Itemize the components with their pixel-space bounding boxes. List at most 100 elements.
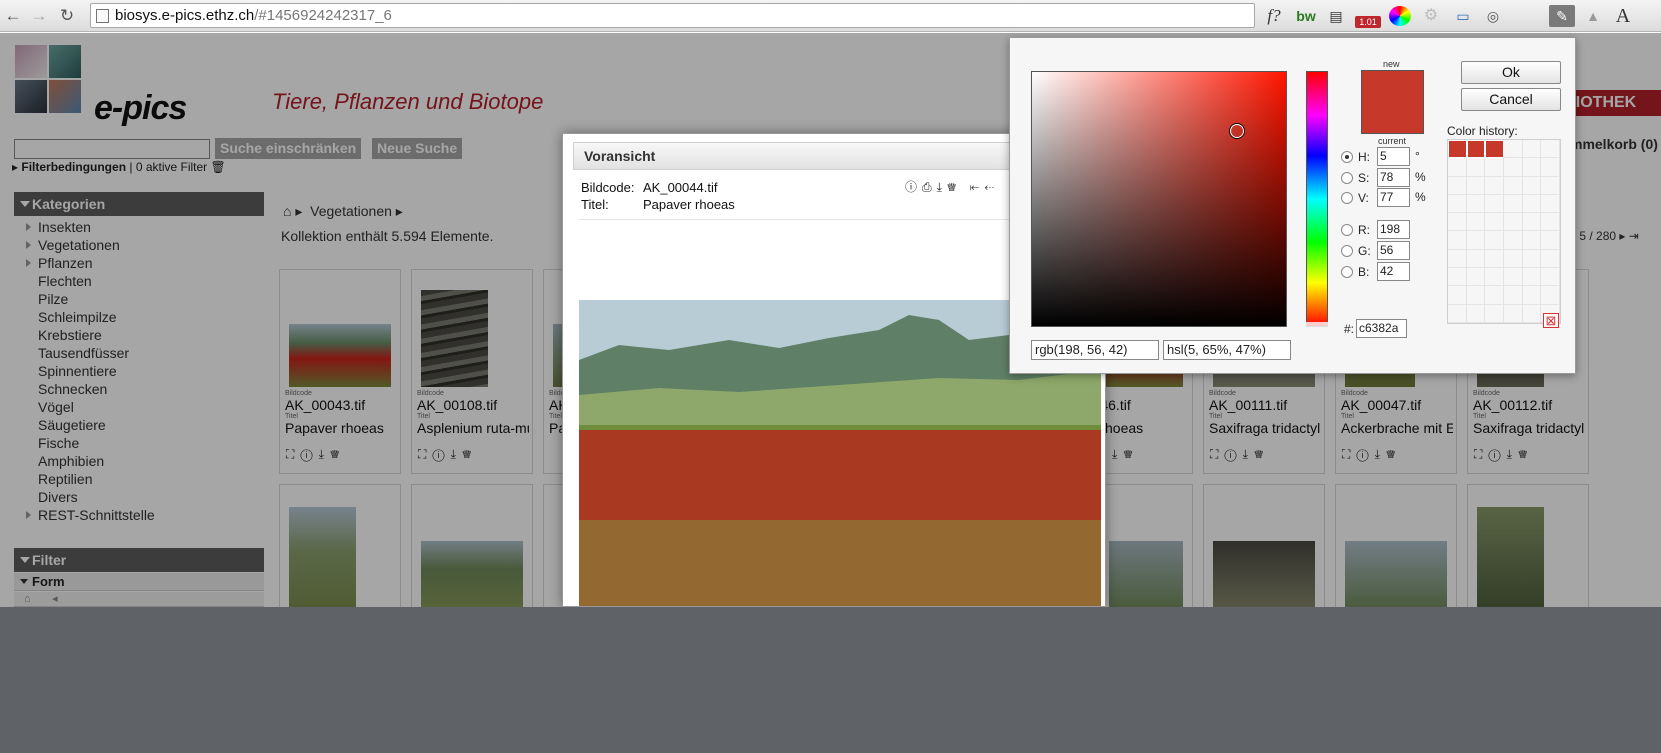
- blue-input[interactable]: 42: [1377, 262, 1410, 281]
- red-input[interactable]: 198: [1377, 220, 1410, 239]
- hue-input[interactable]: 5: [1377, 147, 1410, 166]
- history-cell[interactable]: [1503, 140, 1523, 159]
- value-radio[interactable]: [1341, 192, 1353, 204]
- green-input[interactable]: 56: [1377, 241, 1410, 260]
- history-cell[interactable]: [1466, 194, 1486, 214]
- eyedropper-icon[interactable]: ✎: [1549, 5, 1575, 27]
- history-cell[interactable]: [1541, 194, 1560, 214]
- saturation-value-field[interactable]: [1031, 71, 1287, 327]
- history-cell[interactable]: [1522, 213, 1542, 232]
- bookmark-manager-icon[interactable]: ▤: [1325, 5, 1347, 27]
- history-cell[interactable]: [1485, 231, 1504, 250]
- history-cell[interactable]: [1448, 268, 1467, 287]
- bw-extension-icon[interactable]: bw: [1294, 5, 1318, 27]
- history-cell[interactable]: [1541, 140, 1560, 159]
- hsl-text-field[interactable]: hsl(5, 65%, 47%): [1163, 340, 1291, 360]
- history-cell[interactable]: [1541, 249, 1560, 269]
- history-cell[interactable]: [1503, 304, 1523, 323]
- history-cell[interactable]: [1503, 249, 1523, 269]
- blue-radio[interactable]: [1341, 266, 1353, 278]
- history-cell[interactable]: [1466, 249, 1486, 269]
- history-cell[interactable]: [1522, 304, 1542, 323]
- history-cell[interactable]: [1503, 213, 1523, 232]
- current-color-swatch[interactable]: [1362, 102, 1423, 133]
- history-cell[interactable]: [1503, 231, 1523, 250]
- back-icon[interactable]: ←: [2, 5, 24, 27]
- formula-extension-icon[interactable]: f?: [1262, 5, 1286, 27]
- history-cell[interactable]: [1485, 140, 1504, 159]
- history-cell[interactable]: [1448, 158, 1467, 177]
- history-cell[interactable]: [1485, 268, 1504, 287]
- history-cell[interactable]: [1448, 231, 1467, 250]
- hue-radio[interactable]: [1341, 151, 1353, 163]
- history-cell[interactable]: [1448, 286, 1467, 305]
- red-radio[interactable]: [1341, 224, 1353, 236]
- history-cell[interactable]: [1448, 304, 1467, 323]
- value-input[interactable]: 77: [1377, 188, 1410, 207]
- address-bar[interactable]: biosys.e-pics.ethz.ch/#1456924242317_6: [90, 3, 1255, 28]
- history-cell[interactable]: [1503, 286, 1523, 305]
- cancel-button[interactable]: Cancel: [1461, 88, 1561, 111]
- history-cell[interactable]: [1522, 249, 1542, 269]
- history-cell[interactable]: [1541, 268, 1560, 287]
- history-cell[interactable]: [1503, 194, 1523, 214]
- preview-code-row: Bildcode: AK_00044.tif: [581, 180, 717, 195]
- history-cell[interactable]: [1503, 176, 1523, 195]
- color-wheel-icon[interactable]: [1389, 6, 1411, 26]
- color-cursor[interactable]: [1230, 124, 1244, 138]
- history-cell[interactable]: [1485, 249, 1504, 269]
- history-cell[interactable]: [1541, 176, 1560, 195]
- history-cell[interactable]: [1485, 213, 1504, 232]
- history-cell[interactable]: [1448, 194, 1467, 214]
- history-cell[interactable]: [1541, 213, 1560, 232]
- history-cell[interactable]: [1485, 304, 1504, 323]
- rgb-text-field[interactable]: rgb(198, 56, 42): [1031, 340, 1159, 360]
- history-cell[interactable]: [1541, 231, 1560, 250]
- saturation-input[interactable]: 78: [1377, 168, 1410, 187]
- history-cell[interactable]: [1466, 213, 1486, 232]
- ok-button[interactable]: Ok: [1461, 61, 1561, 84]
- counter-extension-icon[interactable]: 1.01: [1355, 16, 1381, 28]
- green-radio[interactable]: [1341, 245, 1353, 257]
- history-cell[interactable]: [1522, 158, 1542, 177]
- forward-icon[interactable]: →: [28, 5, 50, 27]
- history-cell[interactable]: [1466, 231, 1486, 250]
- screen-icon[interactable]: ▭: [1453, 5, 1473, 27]
- gear-icon[interactable]: ⚙: [1421, 5, 1441, 27]
- history-cell[interactable]: [1448, 176, 1467, 195]
- history-cell[interactable]: [1466, 286, 1486, 305]
- color-history-grid[interactable]: [1447, 139, 1561, 324]
- history-cell[interactable]: [1466, 158, 1486, 177]
- hue-slider-handle[interactable]: [1306, 322, 1328, 327]
- history-cell[interactable]: [1522, 231, 1542, 250]
- history-cell[interactable]: [1448, 213, 1467, 232]
- history-cell[interactable]: [1448, 140, 1467, 159]
- history-cell[interactable]: [1448, 249, 1467, 269]
- history-cell[interactable]: [1466, 304, 1486, 323]
- compass-icon[interactable]: ◎: [1483, 5, 1503, 27]
- history-cell[interactable]: [1466, 176, 1486, 195]
- history-cell[interactable]: [1466, 140, 1486, 159]
- hue-slider[interactable]: [1306, 71, 1328, 327]
- preview-actions[interactable]: ⓘ⎙⤓♕ ⇤⇠: [905, 178, 999, 195]
- font-size-icon[interactable]: A: [1612, 5, 1634, 27]
- history-cell[interactable]: [1466, 268, 1486, 287]
- history-cell[interactable]: [1522, 286, 1542, 305]
- history-cell[interactable]: [1485, 176, 1504, 195]
- history-cell[interactable]: [1522, 194, 1542, 214]
- history-cell[interactable]: [1541, 286, 1560, 305]
- history-cell[interactable]: [1522, 268, 1542, 287]
- history-cell[interactable]: [1541, 158, 1560, 177]
- hex-input[interactable]: c6382a: [1356, 319, 1407, 338]
- history-cell[interactable]: [1485, 286, 1504, 305]
- history-cell[interactable]: [1485, 158, 1504, 177]
- up-arrow-icon[interactable]: ▲: [1583, 5, 1603, 27]
- history-cell[interactable]: [1503, 268, 1523, 287]
- history-cell[interactable]: [1485, 194, 1504, 214]
- history-cell[interactable]: [1522, 140, 1542, 159]
- history-cell[interactable]: [1503, 158, 1523, 177]
- reload-icon[interactable]: ↻: [56, 5, 78, 27]
- clear-history-icon[interactable]: ⊠: [1543, 313, 1559, 328]
- history-cell[interactable]: [1522, 176, 1542, 195]
- saturation-radio[interactable]: [1341, 172, 1353, 184]
